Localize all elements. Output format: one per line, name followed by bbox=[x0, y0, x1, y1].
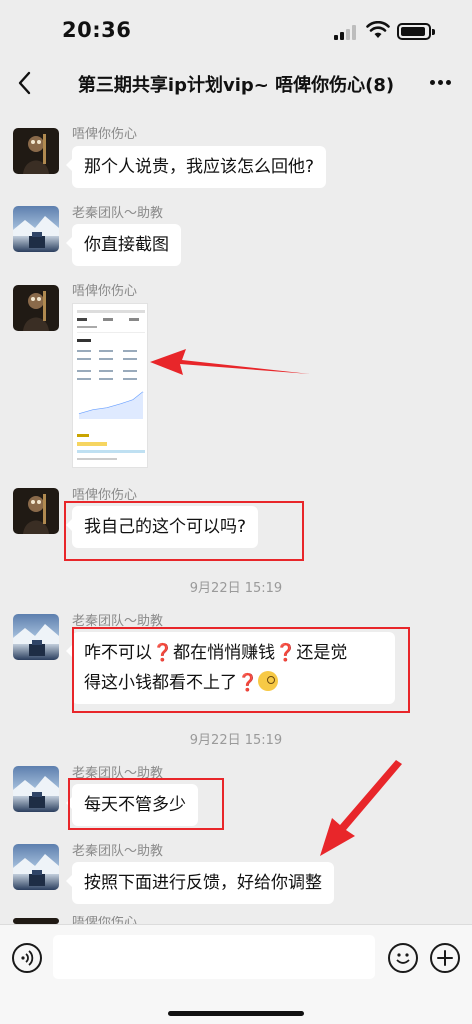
chat-header: 第三期共享ip计划vip~ 唔俾你伤心(8) bbox=[0, 58, 472, 110]
annotation-box bbox=[64, 501, 304, 561]
input-bar bbox=[0, 924, 472, 1024]
wifi-icon bbox=[366, 21, 390, 38]
image-message[interactable] bbox=[72, 303, 148, 468]
battery-icon bbox=[397, 23, 435, 40]
timestamp: 9月22日 15:19 bbox=[189, 733, 283, 748]
voice-icon[interactable] bbox=[12, 943, 42, 973]
home-indicator bbox=[168, 1011, 304, 1016]
avatar[interactable] bbox=[13, 844, 59, 890]
sender-name: 唔俾你伤心 bbox=[72, 916, 138, 924]
chat-title: 第三期共享ip计划vip~ 唔俾你伤心(8) bbox=[77, 75, 395, 96]
avatar[interactable] bbox=[13, 766, 59, 812]
sender-name: 唔俾你伤心 bbox=[72, 127, 138, 142]
message-input[interactable] bbox=[53, 935, 375, 979]
signal-icon bbox=[334, 24, 360, 40]
sender-name: 老秦团队～助教 bbox=[72, 844, 164, 859]
message-bubble[interactable]: 那个人说贵，我应该怎么回他? bbox=[65, 146, 327, 188]
message-bubble[interactable]: 你直接截图 bbox=[66, 224, 181, 266]
message-bubble[interactable]: 按照下面进行反馈，好给你调整 bbox=[66, 862, 334, 904]
sender-name: 老秦团队～助教 bbox=[72, 206, 164, 221]
back-icon[interactable] bbox=[12, 68, 40, 98]
status-time: 20:36 bbox=[62, 18, 132, 42]
timestamp: 9月22日 15:19 bbox=[189, 581, 283, 596]
annotation-arrow bbox=[320, 760, 402, 856]
plus-icon[interactable] bbox=[430, 943, 460, 973]
avatar[interactable] bbox=[13, 614, 59, 660]
status-bar: 20:36 bbox=[0, 0, 472, 58]
avatar[interactable] bbox=[13, 285, 59, 331]
avatar[interactable] bbox=[13, 206, 59, 252]
sender-name: 唔俾你伤心 bbox=[72, 284, 138, 299]
annotation-box bbox=[68, 778, 224, 830]
avatar[interactable] bbox=[13, 488, 59, 534]
annotation-box bbox=[72, 627, 410, 713]
emoji-icon[interactable] bbox=[388, 943, 418, 973]
avatar[interactable] bbox=[13, 128, 59, 174]
more-icon[interactable] bbox=[428, 80, 454, 88]
annotation-arrow bbox=[150, 349, 310, 375]
